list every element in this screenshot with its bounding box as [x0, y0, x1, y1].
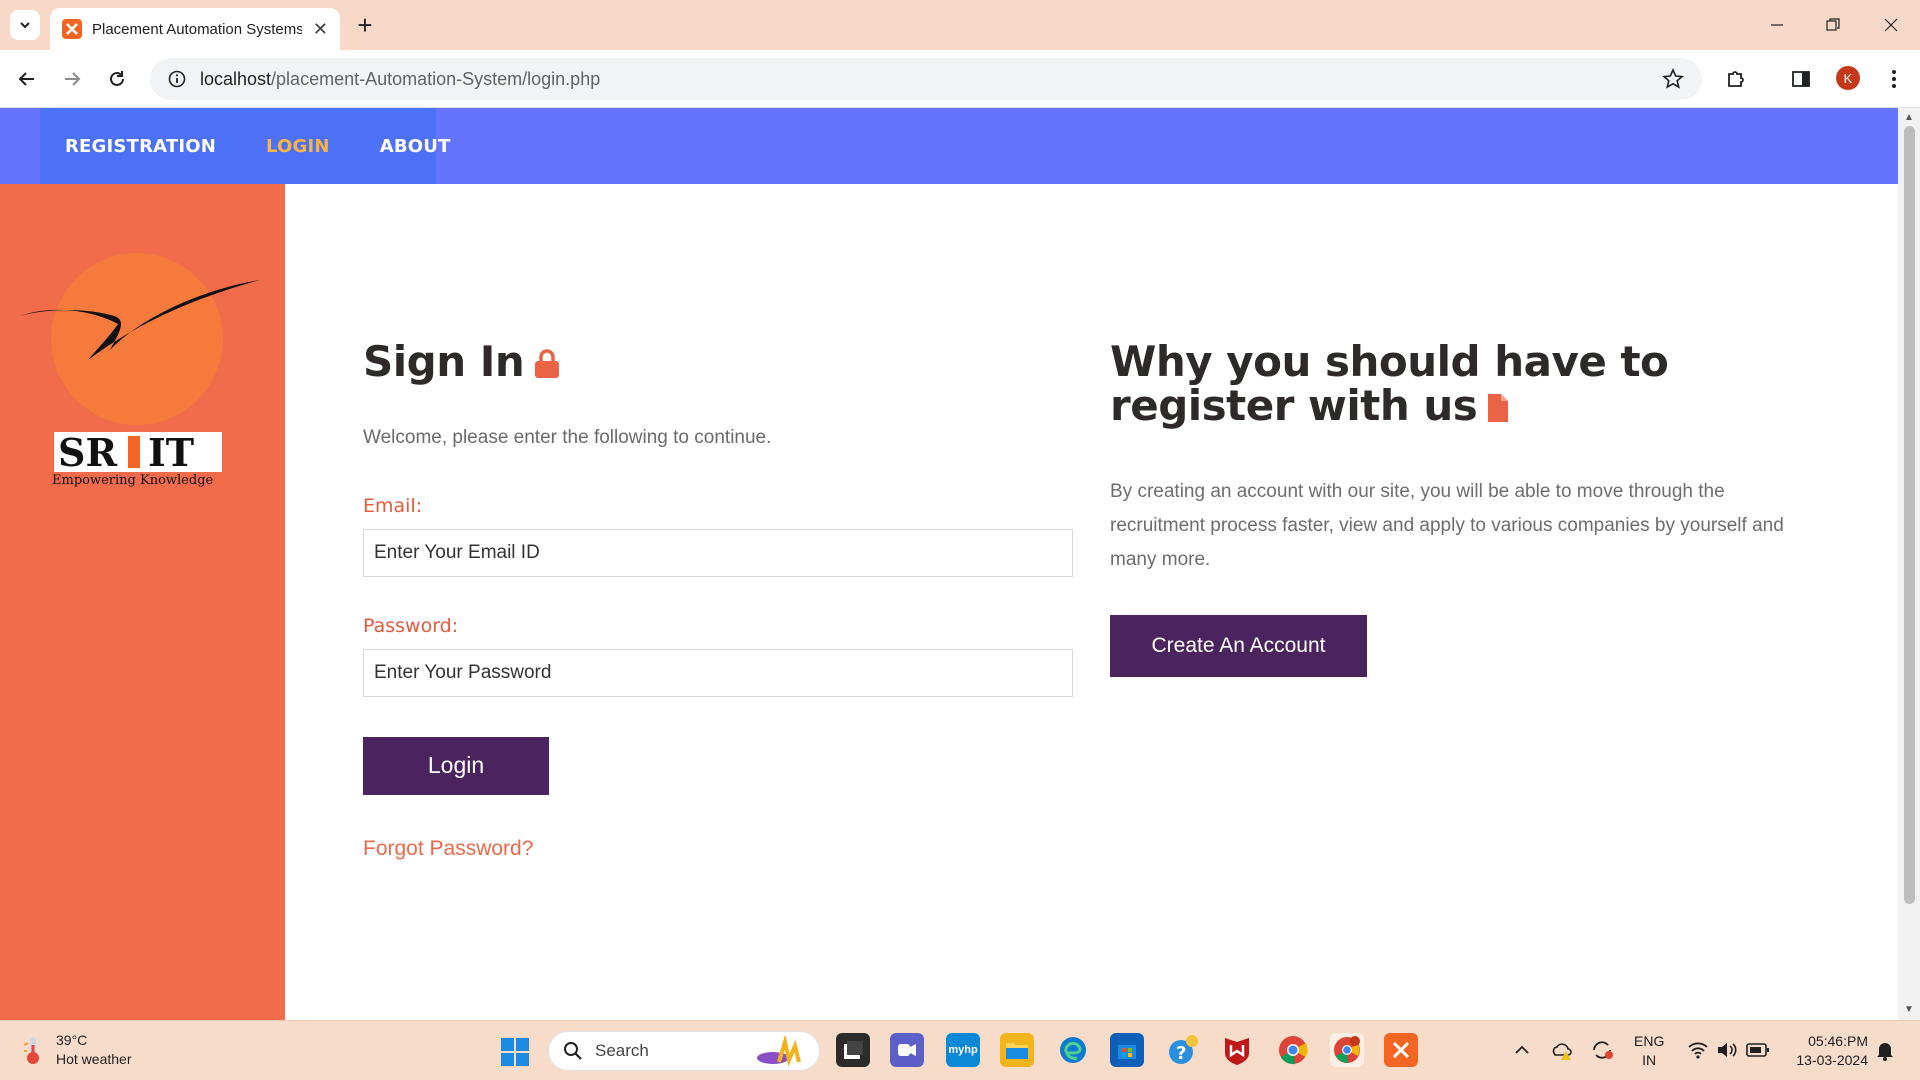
- onedrive-warning-icon[interactable]: [1550, 1039, 1574, 1061]
- signin-title-text: Sign In: [363, 337, 525, 386]
- sync-icon[interactable]: [1590, 1039, 1614, 1061]
- chevron-up-icon[interactable]: [1514, 1043, 1530, 1055]
- profile-avatar[interactable]: K: [1836, 66, 1860, 90]
- arrow-right-icon: [65, 72, 81, 86]
- register-title-text: Why you should have to register with us: [1110, 337, 1669, 430]
- taskbar-search[interactable]: Search: [548, 1031, 820, 1071]
- reload-button[interactable]: [102, 64, 132, 94]
- site-navbar: REGISTRATION LOGIN ABOUT: [0, 108, 1898, 184]
- search-highlight-icon: [757, 1036, 801, 1066]
- address-bar[interactable]: localhost/placement-Automation-System/lo…: [150, 58, 1702, 100]
- register-description: By creating an account with our site, yo…: [1110, 480, 1784, 570]
- chrome-profile-icon[interactable]: [1330, 1033, 1364, 1067]
- register-section: Why you should have to register with us …: [1110, 340, 1810, 677]
- chevron-down-icon: [20, 22, 30, 29]
- edge-icon[interactable]: [1056, 1033, 1090, 1067]
- email-label: Email:: [363, 494, 423, 517]
- password-label: Password:: [363, 614, 459, 637]
- nav-login-link[interactable]: LOGIN: [266, 136, 330, 157]
- search-icon: [564, 1042, 582, 1060]
- minimize-button[interactable]: [1764, 12, 1790, 38]
- side-panel-button[interactable]: [1787, 65, 1815, 93]
- more-vert-icon: [1892, 70, 1896, 88]
- weather-widget[interactable]: 39°C Hot weather: [22, 1031, 131, 1069]
- page-scrollbar[interactable]: ▲ ▼: [1898, 108, 1920, 1020]
- notification-bell-icon[interactable]: [1876, 1039, 1894, 1061]
- search-label: Search: [595, 1041, 649, 1060]
- xampp-taskbar-icon[interactable]: [1384, 1033, 1418, 1067]
- chrome-icon[interactable]: [1276, 1033, 1310, 1067]
- extensions-button[interactable]: [1722, 65, 1750, 93]
- nav-group: REGISTRATION LOGIN ABOUT: [40, 108, 450, 184]
- thermometer-icon: [23, 1037, 39, 1064]
- login-button[interactable]: Login: [363, 736, 549, 795]
- nav-registration-link[interactable]: REGISTRATION: [65, 136, 216, 157]
- srit-logo: SR IT Empowering Knowledge: [20, 253, 260, 488]
- teams-icon[interactable]: [890, 1033, 924, 1067]
- battery-icon[interactable]: [1746, 1042, 1770, 1058]
- scroll-up-icon[interactable]: ▲: [1903, 112, 1915, 124]
- site-info-icon[interactable]: [168, 70, 186, 88]
- browser-tab[interactable]: Placement Automation Systems ✕: [50, 8, 340, 50]
- wifi-icon[interactable]: [1688, 1041, 1708, 1059]
- welcome-text: Welcome, please enter the following to c…: [363, 426, 772, 448]
- xampp-icon: [62, 19, 82, 39]
- url-text: localhost/placement-Automation-System/lo…: [200, 69, 600, 90]
- arrow-left-icon: [18, 72, 34, 86]
- clock-date: 13-03-2024: [1796, 1052, 1868, 1068]
- forgot-password-link[interactable]: Forgot Password?: [363, 837, 1073, 861]
- url-host: localhost: [200, 68, 272, 89]
- password-input[interactable]: Enter Your Password: [363, 648, 1073, 697]
- signin-title: Sign In: [363, 340, 1073, 387]
- scroll-thumb[interactable]: [1904, 126, 1915, 904]
- create-account-button[interactable]: Create An Account: [1110, 614, 1367, 677]
- svg-text:IT: IT: [148, 430, 194, 475]
- svg-text:?: ?: [1176, 1043, 1186, 1064]
- restore-button[interactable]: [1820, 12, 1846, 38]
- windows-start-icon[interactable]: [500, 1037, 530, 1067]
- scroll-down-icon[interactable]: ▼: [1903, 1004, 1915, 1016]
- weather-temp: 39°C: [56, 1032, 88, 1048]
- lock-icon: [534, 343, 560, 387]
- mcafee-icon[interactable]: [1220, 1033, 1254, 1067]
- lang-top: ENG: [1634, 1033, 1665, 1049]
- close-tab-icon[interactable]: ✕: [313, 19, 328, 40]
- file-icon: [1487, 387, 1509, 431]
- lang-bottom: IN: [1642, 1052, 1657, 1068]
- register-title: Why you should have to register with us: [1110, 340, 1810, 431]
- svg-text:Empowering Knowledge: Empowering Knowledge: [52, 473, 214, 488]
- taskbar: 39°C Hot weather Search myhp ? ENG IN 05…: [0, 1020, 1920, 1080]
- browser-tab-bar: Placement Automation Systems ✕ +: [0, 0, 1920, 50]
- reload-icon: [110, 71, 124, 86]
- back-button[interactable]: [12, 64, 42, 94]
- file-explorer-icon[interactable]: [1000, 1033, 1034, 1067]
- myhp-icon[interactable]: myhp: [946, 1033, 980, 1067]
- tab-search-button[interactable]: [10, 10, 40, 40]
- signin-section: Sign In Welcome, please enter the follow…: [363, 340, 1073, 861]
- svg-text:SR: SR: [58, 430, 117, 475]
- language-indicator[interactable]: ENG IN: [1634, 1032, 1664, 1070]
- side-panel-icon: [1792, 71, 1810, 87]
- volume-icon[interactable]: [1716, 1041, 1738, 1059]
- url-path: /placement-Automation-System/login.php: [271, 68, 601, 89]
- help-icon[interactable]: ?: [1166, 1033, 1200, 1067]
- close-window-button[interactable]: [1878, 12, 1904, 38]
- forward-button[interactable]: [57, 64, 87, 94]
- clock-time: 05:46:PM: [1808, 1033, 1868, 1049]
- new-tab-button[interactable]: +: [352, 10, 378, 40]
- browser-toolbar: localhost/placement-Automation-System/lo…: [0, 50, 1920, 108]
- ms-store-icon[interactable]: [1110, 1033, 1144, 1067]
- puzzle-icon: [1728, 71, 1744, 87]
- weather-desc: Hot weather: [56, 1051, 132, 1067]
- task-view-icon[interactable]: [836, 1033, 870, 1067]
- email-input[interactable]: Enter Your Email ID: [363, 528, 1073, 577]
- browser-menu-button[interactable]: [1880, 65, 1908, 93]
- system-clock[interactable]: 05:46:PM 13-03-2024: [1784, 1032, 1868, 1070]
- tab-title: Placement Automation Systems: [92, 20, 302, 38]
- bookmark-star-icon[interactable]: [1662, 68, 1684, 90]
- nav-about-link[interactable]: ABOUT: [380, 136, 451, 157]
